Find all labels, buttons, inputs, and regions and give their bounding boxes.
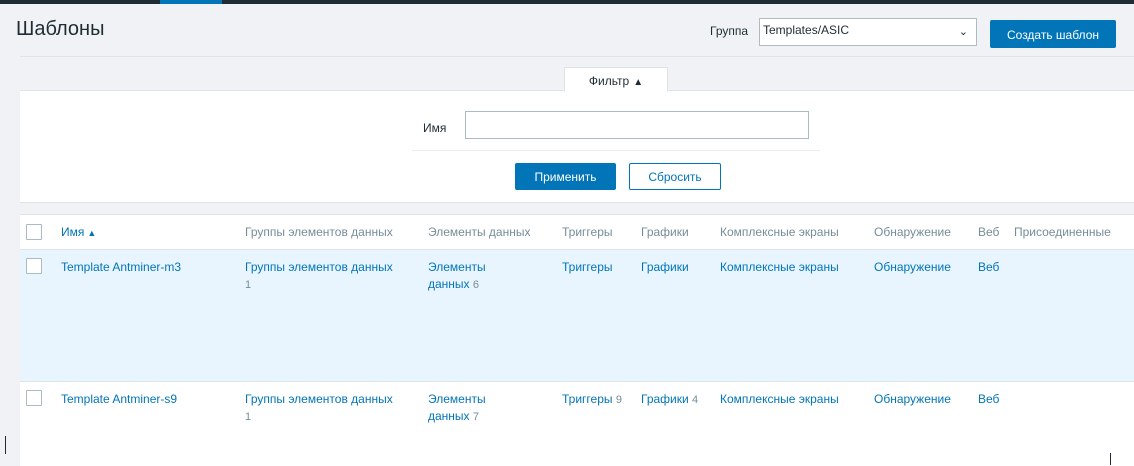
column-header-triggers: Триггеры [562, 225, 613, 239]
filter-bar: Фильтр ▲ [20, 57, 1134, 92]
triggers-link[interactable]: Триггеры [562, 260, 613, 274]
triggers-cell: Триггеры 9 [562, 391, 622, 409]
filter-divider [412, 150, 820, 151]
text-cursor [1110, 453, 1111, 465]
column-header-name-label: Имя [61, 225, 85, 239]
caret-up-icon: ▲ [633, 77, 644, 88]
template-name-link[interactable]: Template Antminer-m3 [61, 259, 181, 276]
triggers-link[interactable]: Триггеры [562, 392, 613, 406]
table-header-row: Имя ▲ Группы элементов данных Элементы да… [20, 215, 1134, 250]
triggers-count: 9 [615, 394, 622, 406]
column-header-name[interactable]: Имя ▲ [61, 224, 96, 242]
web-link[interactable]: Веб [978, 391, 999, 408]
app-groups-link[interactable]: Группы элементов данных [245, 260, 393, 274]
discovery-link[interactable]: Обнаружение [874, 391, 951, 408]
template-name-link[interactable]: Template Antminer-s9 [61, 391, 177, 408]
filter-tab[interactable]: Фильтр ▲ [564, 67, 668, 92]
column-header-web: Веб [978, 225, 1000, 239]
triggers-cell: Триггеры [562, 259, 613, 276]
window-edge-mark [5, 436, 6, 454]
name-filter-label: Имя [423, 121, 447, 135]
group-select-value: Templates/ASIC [763, 23, 850, 37]
items-cell: Элементы данных 7 [428, 391, 518, 426]
page-header: Шаблоны Группа Templates/ASIC ⌄ Создать … [0, 4, 1134, 56]
reset-filter-button[interactable]: Сбросить [629, 163, 721, 190]
group-select[interactable]: Templates/ASIC ⌄ [759, 18, 977, 46]
graphs-cell: Графики [641, 259, 689, 276]
app-groups-cell: Группы элементов данных 1 [245, 391, 395, 426]
graphs-cell: Графики 4 [641, 391, 698, 409]
apply-filter-button[interactable]: Применить [515, 163, 616, 190]
sort-up-icon: ▲ [87, 228, 97, 238]
column-header-app-groups: Группы элементов данных [245, 225, 393, 239]
web-link[interactable]: Веб [978, 259, 999, 276]
select-all-checkbox[interactable] [26, 224, 42, 240]
table-row: Template Antminer-m3 Группы элементов да… [20, 250, 1134, 382]
items-count: 6 [472, 279, 480, 291]
row-checkbox[interactable] [26, 390, 42, 406]
templates-table: Имя ▲ Группы элементов данных Элементы да… [20, 214, 1134, 466]
graphs-count: 4 [692, 394, 699, 406]
column-header-items: Элементы данных [428, 225, 531, 239]
screens-link[interactable]: Комплексные экраны [720, 391, 839, 408]
items-count: 7 [472, 411, 480, 423]
filter-tab-label: Фильтр [588, 74, 630, 88]
row-checkbox[interactable] [26, 258, 42, 274]
items-cell: Элементы данных 6 [428, 259, 518, 294]
filter-panel: Фильтр ▲ Имя Применить Сбросить [20, 56, 1134, 203]
app-groups-link[interactable]: Группы элементов данных [245, 392, 393, 406]
app-groups-cell: Группы элементов данных 1 [245, 259, 395, 294]
chevron-down-icon: ⌄ [958, 26, 968, 38]
name-filter-input[interactable] [465, 111, 809, 139]
app-groups-count: 1 [245, 411, 252, 423]
page-title: Шаблоны [16, 18, 105, 40]
group-label: Группа [710, 24, 749, 38]
column-header-linked: Присоединенные [1014, 225, 1111, 239]
create-template-button[interactable]: Создать шаблон [990, 20, 1116, 48]
app-groups-count: 1 [245, 279, 252, 291]
column-header-graphs: Графики [641, 225, 689, 239]
discovery-link[interactable]: Обнаружение [874, 259, 951, 276]
graphs-link[interactable]: Графики [641, 392, 689, 406]
column-header-screens: Комплексные экраны [720, 225, 839, 239]
graphs-link[interactable]: Графики [641, 260, 689, 274]
table-row: Template Antminer-s9 Группы элементов да… [20, 382, 1134, 466]
column-header-discovery: Обнаружение [874, 225, 951, 239]
screens-link[interactable]: Комплексные экраны [720, 259, 839, 276]
